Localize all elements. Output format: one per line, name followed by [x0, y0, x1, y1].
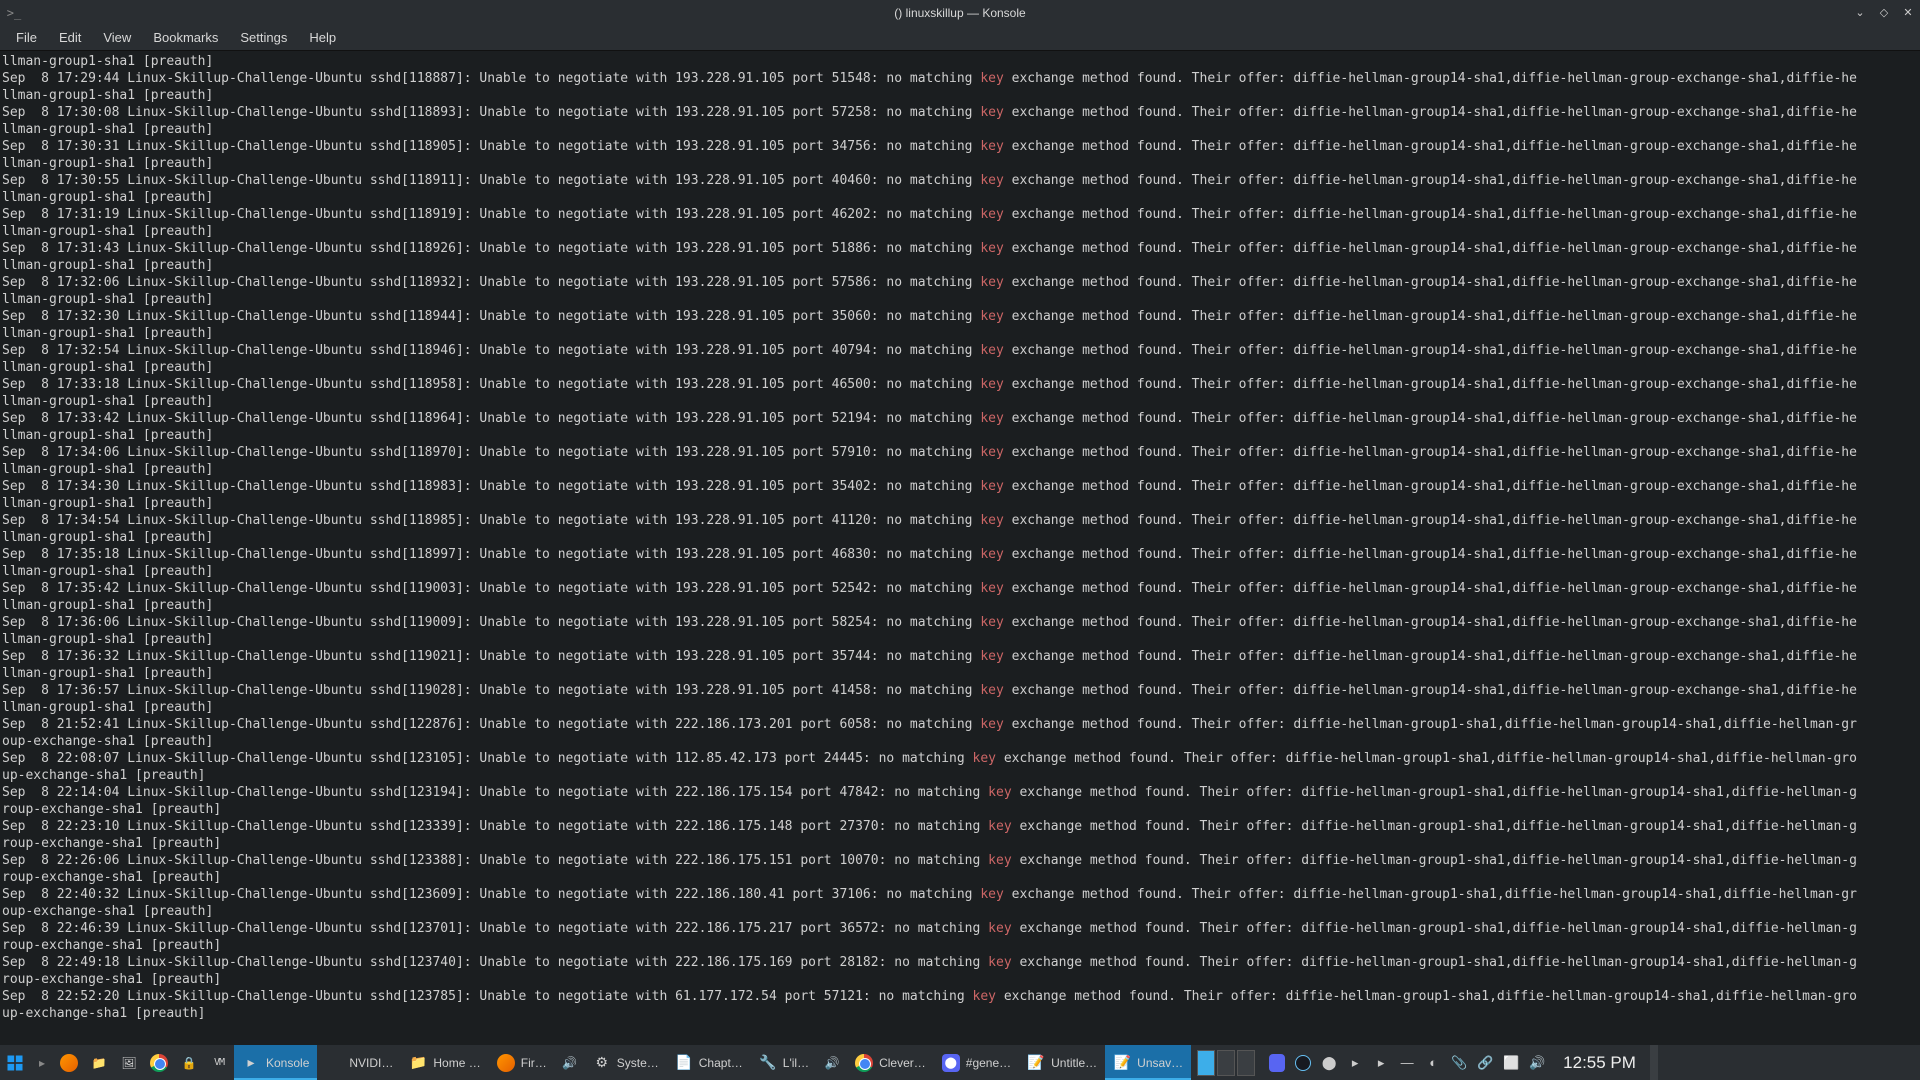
task-discord[interactable]: ⬤#gene… — [934, 1045, 1019, 1080]
menu-view[interactable]: View — [93, 27, 141, 48]
task-label: #gene… — [966, 1056, 1011, 1070]
pager — [1197, 1050, 1255, 1076]
window-title: () linuxskillup — Konsole — [894, 6, 1025, 20]
desktop-1[interactable] — [1197, 1050, 1215, 1076]
clock[interactable]: 12:55 PM — [1553, 1053, 1646, 1073]
task-label: Clever… — [879, 1056, 926, 1070]
launcher-firefox[interactable] — [54, 1045, 84, 1080]
task-label: Untitle… — [1051, 1056, 1097, 1070]
tray-icon-8[interactable]: 🔊 — [1529, 1055, 1545, 1071]
task-label: Konsole — [266, 1056, 309, 1070]
menu-file[interactable]: File — [6, 27, 47, 48]
tray-icon-1[interactable]: ▸ — [1347, 1055, 1363, 1071]
maximize-button[interactable]: ◇ — [1876, 5, 1892, 21]
launcher-padlock[interactable]: 🔒 — [174, 1045, 204, 1080]
tray-icon-0[interactable]: ⬤ — [1321, 1055, 1337, 1071]
system-tray: ⬤ ▸ ▸ — ◐ 📎 🔗 ⬜ 🔊 — [1261, 1055, 1553, 1071]
steam-tray-icon[interactable] — [1295, 1055, 1311, 1071]
task-label: NVIDI… — [349, 1056, 393, 1070]
menu-help[interactable]: Help — [299, 27, 346, 48]
taskbar: ▸ 📁🖼🔒VM ▸KonsoleNVIDI…📁Home …Fir…🔊⚙Syste… — [0, 1045, 1920, 1080]
menu-edit[interactable]: Edit — [49, 27, 91, 48]
task-untitled[interactable]: 📝Untitle… — [1019, 1045, 1105, 1080]
task-nvidia[interactable]: NVIDI… — [317, 1045, 401, 1080]
discord-tray-icon[interactable] — [1269, 1055, 1285, 1071]
task-lil[interactable]: 🔧L'il… — [751, 1045, 817, 1080]
tray-icon-2[interactable]: ▸ — [1373, 1055, 1389, 1071]
desktop-3[interactable] — [1237, 1050, 1255, 1076]
task-konsole[interactable]: ▸Konsole — [234, 1045, 317, 1080]
tray-icon-7[interactable]: ⬜ — [1503, 1055, 1519, 1071]
task-clever[interactable]: Clever… — [847, 1045, 934, 1080]
expand-button[interactable]: ▸ — [30, 1056, 54, 1070]
launcher-chrome[interactable] — [144, 1045, 174, 1080]
start-button[interactable] — [0, 1045, 30, 1080]
task-label: Chapt… — [699, 1056, 743, 1070]
task-chapter[interactable]: 📄Chapt… — [667, 1045, 751, 1080]
task-firefox2[interactable]: Fir… — [489, 1045, 555, 1080]
task-label: Unsav… — [1137, 1056, 1183, 1070]
tray-icon-4[interactable]: ◐ — [1425, 1055, 1441, 1071]
close-button[interactable]: ✕ — [1900, 5, 1916, 21]
task-label: Fir… — [521, 1056, 547, 1070]
task-volume2[interactable]: 🔊 — [817, 1045, 847, 1080]
task-system[interactable]: ⚙Syste… — [585, 1045, 667, 1080]
launcher-files[interactable]: 📁 — [84, 1045, 114, 1080]
titlebar: >_ () linuxskillup — Konsole ⌄ ◇ ✕ — [0, 0, 1920, 25]
task-volume1[interactable]: 🔊 — [555, 1045, 585, 1080]
launcher-image[interactable]: 🖼 — [114, 1045, 144, 1080]
launcher-vm[interactable]: VM — [204, 1045, 234, 1080]
minimize-button[interactable]: ⌄ — [1852, 5, 1868, 21]
task-home[interactable]: 📁Home … — [401, 1045, 488, 1080]
menu-settings[interactable]: Settings — [230, 27, 297, 48]
task-label: L'il… — [783, 1056, 809, 1070]
task-unsaved[interactable]: 📝Unsav… — [1105, 1045, 1191, 1080]
show-desktop[interactable] — [1650, 1045, 1658, 1080]
tray-icon-6[interactable]: 🔗 — [1477, 1055, 1493, 1071]
terminal-output[interactable]: llman-group1-sha1 [preauth] Sep 8 17:29:… — [0, 51, 1920, 1045]
desktop-2[interactable] — [1217, 1050, 1235, 1076]
task-label: Home … — [433, 1056, 480, 1070]
tray-icon-3[interactable]: — — [1399, 1055, 1415, 1071]
app-icon: >_ — [4, 3, 24, 23]
task-label: Syste… — [617, 1056, 659, 1070]
menu-bookmarks[interactable]: Bookmarks — [143, 27, 228, 48]
menubar: FileEditViewBookmarksSettingsHelp — [0, 25, 1920, 51]
tray-icon-5[interactable]: 📎 — [1451, 1055, 1467, 1071]
